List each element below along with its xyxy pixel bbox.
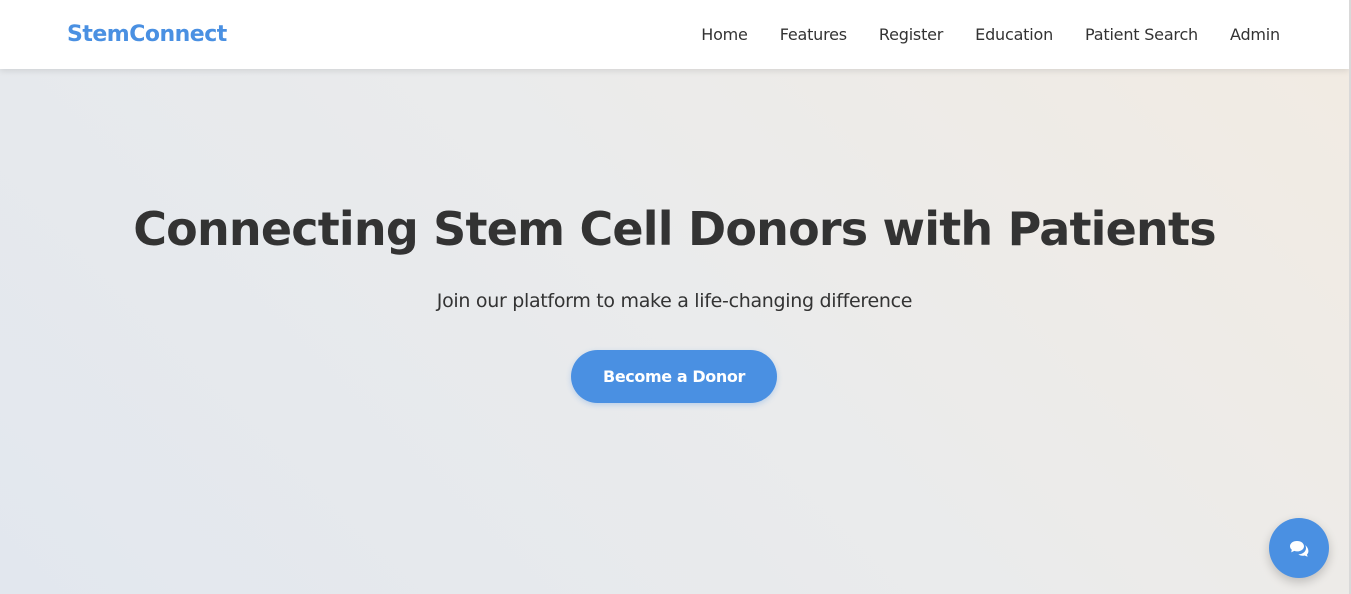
hero-section: Connecting Stem Cell Donors with Patient…	[0, 69, 1349, 594]
nav-links: Home Features Register Education Patient…	[701, 25, 1280, 44]
hero-title: Connecting Stem Cell Donors with Patient…	[133, 202, 1216, 256]
nav-link-education[interactable]: Education	[975, 25, 1053, 44]
chat-button[interactable]	[1269, 518, 1329, 578]
page: StemConnect Home Features Register Educa…	[0, 0, 1351, 594]
nav-link-admin[interactable]: Admin	[1230, 25, 1280, 44]
become-donor-button[interactable]: Become a Donor	[571, 350, 777, 403]
comments-icon	[1289, 540, 1309, 557]
nav-link-features[interactable]: Features	[780, 25, 847, 44]
nav-link-home[interactable]: Home	[701, 25, 748, 44]
nav-link-patient-search[interactable]: Patient Search	[1085, 25, 1198, 44]
nav-link-register[interactable]: Register	[879, 25, 943, 44]
hero-subtitle: Join our platform to make a life-changin…	[436, 290, 913, 312]
brand-logo[interactable]: StemConnect	[67, 22, 227, 47]
navbar: StemConnect Home Features Register Educa…	[0, 0, 1349, 69]
